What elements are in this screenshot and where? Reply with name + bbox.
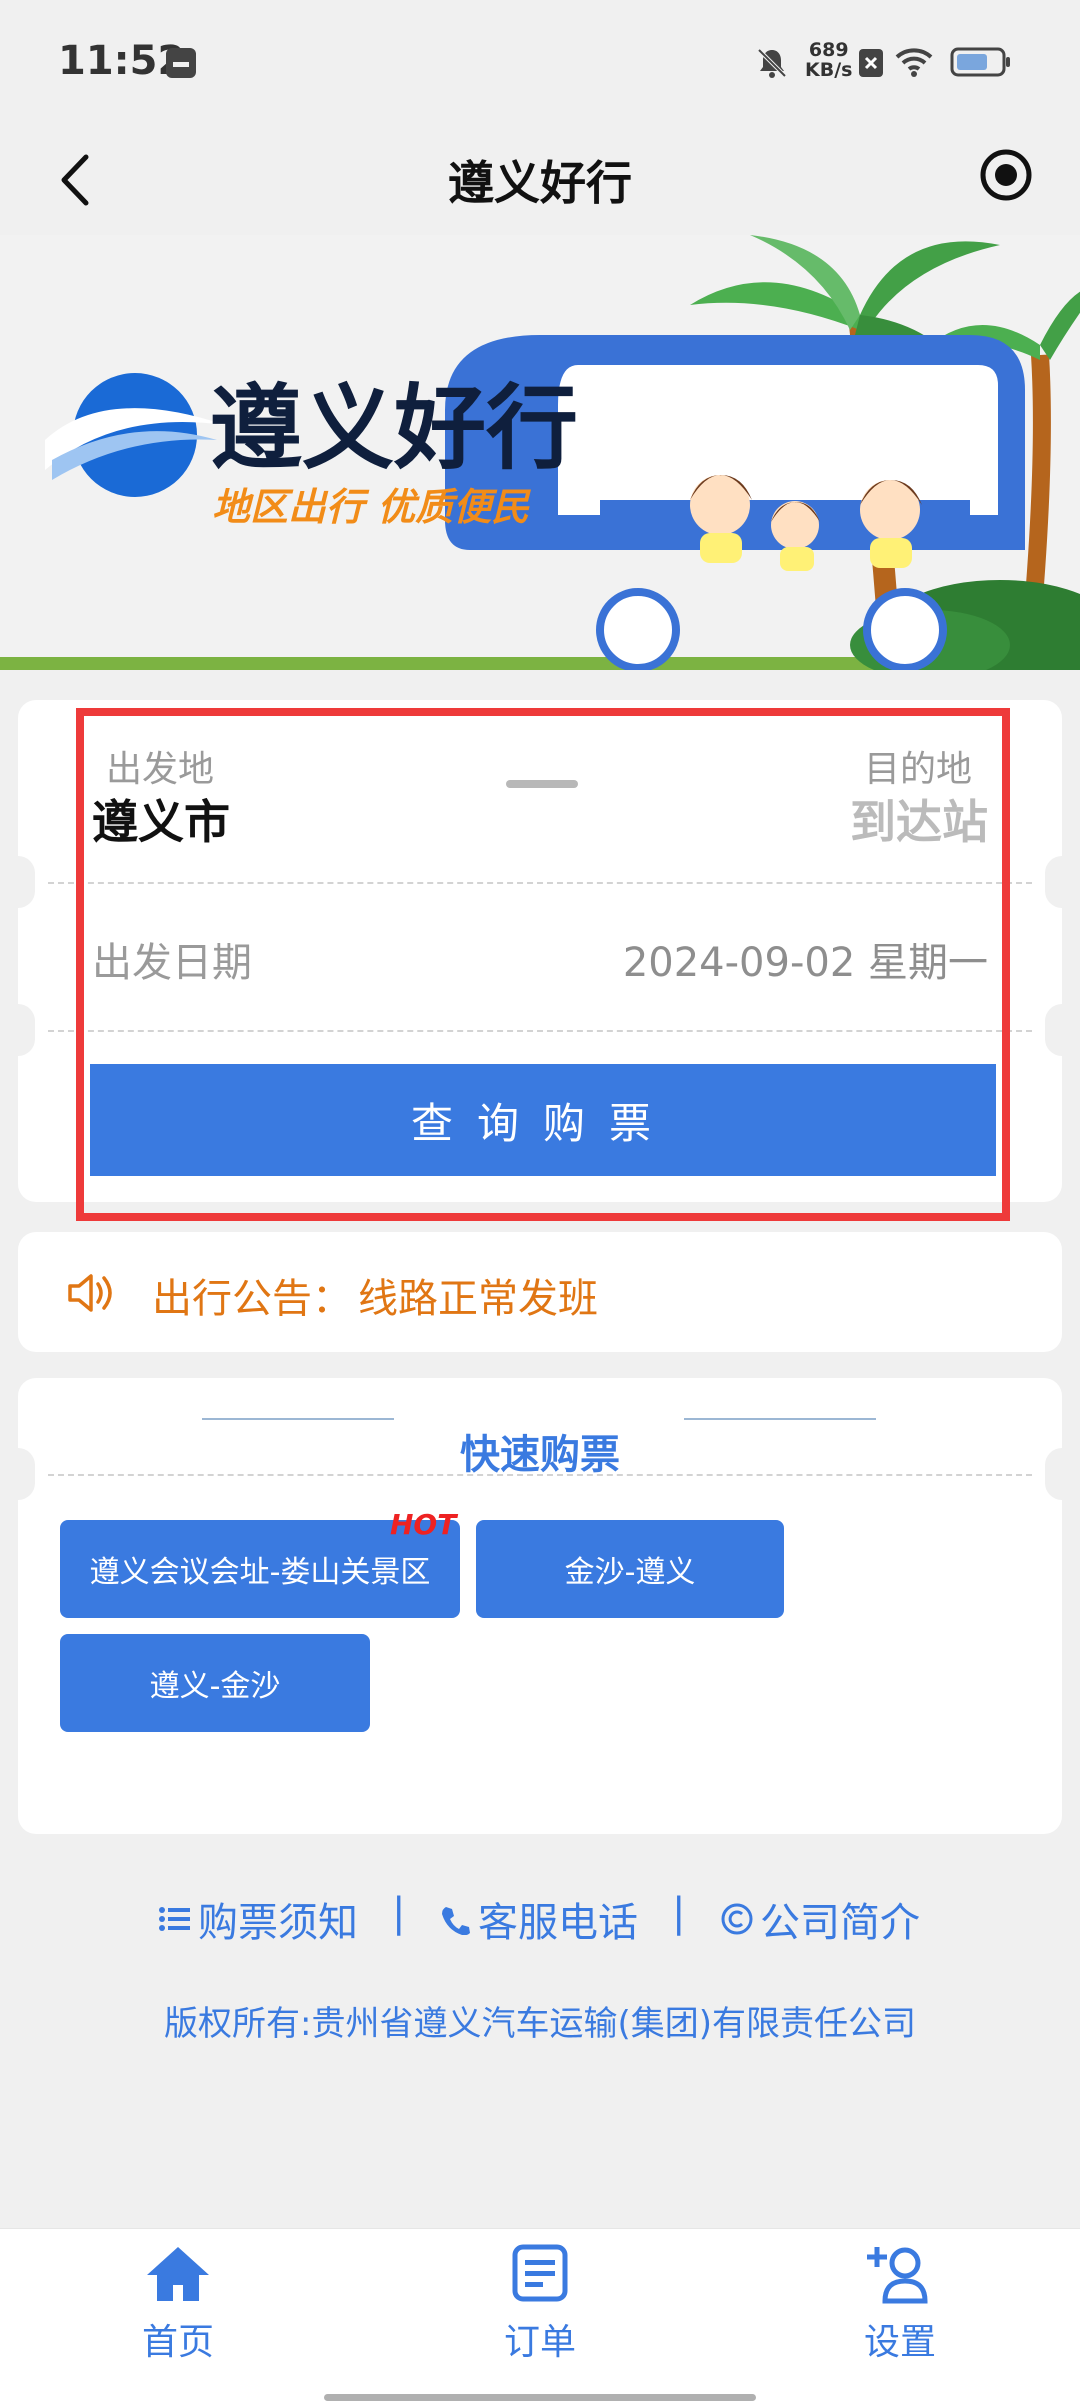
- card-notch-right: [1045, 856, 1079, 908]
- divider: [48, 1030, 1032, 1032]
- notice-text: 线路正常发班: [358, 1276, 598, 1322]
- page-title: 遵义好行: [448, 156, 632, 210]
- banner: 遵义好行 地区出行 优质便民: [0, 235, 1080, 670]
- home-icon: [147, 2247, 209, 2301]
- copyright-icon: [721, 1903, 753, 1935]
- hot-badge: HOT: [390, 1508, 457, 1541]
- nav-home[interactable]: 首页: [88, 2243, 268, 2365]
- gesture-home-bar[interactable]: [324, 2394, 756, 2401]
- record-target-icon[interactable]: [978, 147, 1034, 203]
- bottom-nav: 首页 订单 设置: [0, 2228, 1080, 2408]
- card-notch-left: [1, 856, 35, 908]
- quick-buy-title: 快速购票: [460, 1432, 620, 1478]
- swap-stations-handle[interactable]: [506, 780, 578, 788]
- departure-date-value[interactable]: 2024-09-02 星期一: [623, 930, 988, 988]
- banner-illustration: 遵义好行 地区出行 优质便民: [0, 235, 1080, 670]
- footer-links: 购票须知 | 客服电话 | 公司简介: [0, 1890, 1080, 1950]
- battery-icon: [950, 47, 1010, 77]
- divider: [48, 882, 1032, 884]
- net-speed: 689 KB/s: [805, 40, 852, 80]
- query-tickets-button[interactable]: 查询购票: [90, 1064, 996, 1176]
- card-notch-left-3: [1, 1448, 35, 1500]
- add-user-icon: [867, 2247, 928, 2304]
- app-header: 遵义好行: [0, 125, 1080, 235]
- link-separator: |: [392, 1890, 406, 1936]
- departure-date-label: 出发日期: [92, 940, 252, 986]
- status-bar: 11:52 689 KB/s: [0, 0, 1080, 125]
- phone-icon: [442, 1907, 470, 1935]
- nav-orders[interactable]: 订单: [450, 2243, 630, 2365]
- order-list-icon: [512, 2244, 568, 2302]
- divider: [48, 1474, 1032, 1476]
- copyright-text: 版权所有:贵州省遵义汽车运输(集团)有限责任公司: [164, 2004, 916, 2044]
- company-profile-label: 公司简介: [760, 1900, 920, 1946]
- nav-orders-label: 订单: [503, 2322, 576, 2363]
- net-speed-value: 689: [808, 39, 849, 61]
- speaker-icon: [68, 1274, 112, 1312]
- purchase-notice-link[interactable]: 购票须知: [158, 1890, 358, 1948]
- notice-label: 出行公告：: [152, 1276, 352, 1322]
- card-notch-right-2: [1045, 1004, 1079, 1056]
- logo-slogan: 地区出行 优质便民: [212, 485, 531, 529]
- card-notch-right-3: [1045, 1448, 1079, 1500]
- departure-city[interactable]: 遵义市: [92, 786, 230, 852]
- route-button[interactable]: 遵义-金沙: [60, 1634, 370, 1732]
- notification-icon: [166, 48, 196, 78]
- link-separator: |: [672, 1890, 686, 1936]
- company-profile-link[interactable]: 公司简介: [720, 1890, 920, 1948]
- departure-label: 出发地: [106, 749, 215, 790]
- purchase-notice-label: 购票须知: [198, 1900, 358, 1946]
- wifi-icon: [895, 48, 933, 77]
- customer-service-label: 客服电话: [478, 1900, 638, 1946]
- app-logo: [45, 373, 225, 497]
- nav-home-label: 首页: [141, 2322, 214, 2363]
- sim-x-icon: [859, 49, 883, 77]
- destination-station[interactable]: 到达站: [850, 786, 988, 852]
- nav-settings-label: 设置: [863, 2322, 936, 2363]
- card-notch-left-2: [1, 1004, 35, 1056]
- status-icons: 689 KB/s: [755, 40, 1055, 90]
- customer-service-link[interactable]: 客服电话: [440, 1890, 638, 1948]
- destination-label: 目的地: [863, 749, 972, 790]
- net-speed-unit: KB/s: [805, 59, 853, 81]
- notice-card[interactable]: 出行公告： 线路正常发班: [18, 1232, 1062, 1352]
- title-line-right: [684, 1418, 876, 1420]
- list-icon: [159, 1907, 190, 1931]
- route-button[interactable]: 金沙-遵义: [476, 1520, 784, 1618]
- logo-title: 遵义好行: [210, 375, 578, 482]
- title-line-left: [202, 1418, 394, 1420]
- nav-settings[interactable]: 设置: [810, 2243, 990, 2365]
- mute-bell-icon: [757, 48, 787, 78]
